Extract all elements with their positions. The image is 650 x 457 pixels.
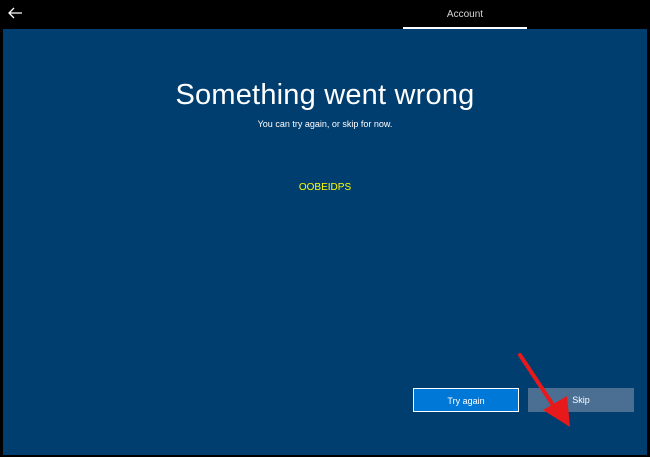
page-title: Something went wrong <box>175 79 475 111</box>
oobe-window: Account Something went wrong You can try… <box>0 0 650 457</box>
tab-account[interactable]: Account <box>403 0 527 29</box>
page-subtitle: You can try again, or skip for now. <box>257 119 393 129</box>
skip-button[interactable]: Skip <box>528 388 634 412</box>
back-arrow-icon[interactable] <box>6 4 24 22</box>
try-again-button[interactable]: Try again <box>413 388 519 412</box>
top-bar: Account <box>0 0 650 29</box>
error-code: OOBEIDPS <box>298 182 352 193</box>
